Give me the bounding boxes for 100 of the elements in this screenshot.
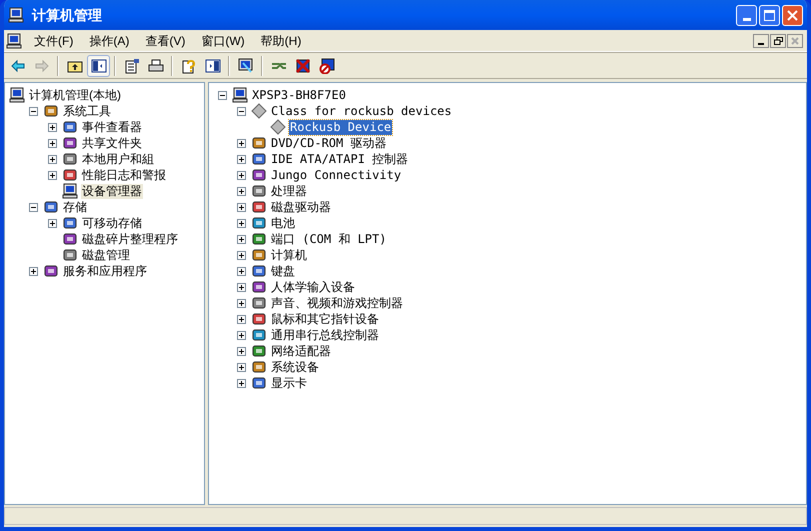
collapse-icon[interactable] bbox=[29, 202, 38, 212]
tree-item[interactable]: Jungo Connectivity bbox=[270, 168, 402, 182]
monitor-icon bbox=[238, 58, 254, 74]
collapse-icon[interactable] bbox=[218, 90, 227, 100]
minimize-button[interactable] bbox=[753, 34, 769, 48]
device-icon bbox=[251, 247, 267, 263]
device-icon bbox=[251, 183, 267, 199]
tree-item[interactable]: 本地用户和組 bbox=[81, 152, 155, 166]
tree-item[interactable]: 磁盘碎片整理程序 bbox=[81, 232, 179, 246]
expand-icon[interactable] bbox=[48, 122, 57, 132]
device-icon bbox=[62, 231, 78, 247]
tree-item[interactable]: Rockusb Device bbox=[289, 120, 392, 134]
expand-icon[interactable] bbox=[48, 170, 57, 180]
device-icon bbox=[251, 279, 267, 295]
tree-item[interactable]: 端口 (COM 和 LPT) bbox=[270, 232, 388, 246]
tree-item[interactable]: 计算机 bbox=[270, 248, 308, 262]
expand-icon[interactable] bbox=[237, 250, 246, 260]
device-icon bbox=[251, 311, 267, 327]
device-icon bbox=[251, 359, 267, 375]
device-icon bbox=[251, 151, 267, 167]
tree-item[interactable]: 磁盘驱动器 bbox=[270, 200, 332, 214]
menu-item[interactable]: 查看(V) bbox=[137, 30, 194, 50]
collapse-icon[interactable] bbox=[29, 106, 38, 116]
tree-item[interactable]: 服务和应用程序 bbox=[62, 264, 148, 278]
device-icon bbox=[251, 135, 267, 151]
expand-icon[interactable] bbox=[237, 378, 246, 388]
device-icon bbox=[251, 167, 267, 183]
expand-icon[interactable] bbox=[237, 314, 246, 324]
expand-icon[interactable] bbox=[237, 186, 246, 196]
expand-icon[interactable] bbox=[237, 330, 246, 340]
device-icon bbox=[251, 375, 267, 391]
expand-icon[interactable] bbox=[48, 154, 57, 164]
expand-icon[interactable] bbox=[237, 202, 246, 212]
minimize-icon bbox=[758, 42, 764, 44]
tree-item[interactable]: 网络适配器 bbox=[270, 344, 332, 358]
menu-item[interactable]: 操作(A) bbox=[81, 30, 138, 50]
computer-icon bbox=[232, 87, 248, 103]
tree-item[interactable]: 通用串行总线控制器 bbox=[270, 328, 380, 342]
tree-item[interactable]: Class for rockusb devices bbox=[270, 104, 453, 118]
collapse-icon[interactable] bbox=[237, 106, 246, 116]
tree-item[interactable]: 事件查看器 bbox=[81, 120, 143, 134]
menu-item[interactable]: 帮助(H) bbox=[252, 30, 310, 50]
tree-item[interactable]: 处理器 bbox=[270, 184, 308, 198]
toolbar-button[interactable] bbox=[87, 54, 110, 76]
expand-icon[interactable] bbox=[237, 154, 246, 164]
expand-icon[interactable] bbox=[237, 346, 246, 356]
expand-icon[interactable] bbox=[237, 298, 246, 308]
device-icon bbox=[62, 247, 78, 263]
tree-item[interactable]: IDE ATA/ATAPI 控制器 bbox=[270, 152, 410, 166]
tree-item[interactable]: 显示卡 bbox=[270, 376, 308, 390]
tree-item[interactable]: 人体学输入设备 bbox=[270, 280, 356, 294]
tree-item[interactable]: 存储 bbox=[62, 200, 88, 214]
tree-item[interactable]: XPSP3-BH8F7E0 bbox=[251, 88, 347, 102]
expand-icon[interactable] bbox=[237, 266, 246, 276]
expand-icon[interactable] bbox=[237, 234, 246, 244]
tree-item[interactable]: 键盘 bbox=[270, 264, 296, 278]
tree-item[interactable]: 系统工具 bbox=[62, 104, 112, 118]
tree-item[interactable]: 系统设备 bbox=[270, 360, 320, 374]
device-icon bbox=[251, 343, 267, 359]
device-icon bbox=[62, 135, 78, 151]
help-icon bbox=[180, 58, 196, 74]
expand-icon[interactable] bbox=[237, 170, 246, 180]
menu-item[interactable]: 文件(F) bbox=[26, 30, 82, 50]
close-icon bbox=[787, 10, 798, 20]
expand-icon[interactable] bbox=[237, 282, 246, 292]
expand-icon[interactable] bbox=[237, 362, 246, 372]
tree-item[interactable]: DVD/CD-ROM 驱动器 bbox=[270, 136, 388, 150]
restore-button[interactable] bbox=[770, 34, 786, 48]
panes-icon bbox=[90, 58, 106, 74]
expand-icon[interactable] bbox=[237, 218, 246, 228]
document-icon bbox=[124, 58, 140, 74]
printer-icon bbox=[148, 58, 164, 74]
computer-icon bbox=[62, 183, 78, 199]
device-icon bbox=[251, 199, 267, 215]
tree-item[interactable]: 可移动存储 bbox=[81, 216, 143, 230]
tree-item[interactable]: 电池 bbox=[270, 216, 296, 230]
expand-icon[interactable] bbox=[48, 138, 57, 148]
diamond-icon bbox=[270, 119, 286, 135]
tree-item[interactable]: 计算机管理(本地) bbox=[28, 88, 122, 102]
tree-item[interactable]: 鼠标和其它指针设备 bbox=[270, 312, 380, 326]
expand-icon[interactable] bbox=[237, 138, 246, 148]
expand-icon[interactable] bbox=[48, 218, 57, 228]
device-icon bbox=[251, 231, 267, 247]
panes-icon bbox=[204, 58, 220, 74]
window-title: 计算机管理 bbox=[32, 6, 103, 24]
tree-item[interactable]: 设备管理器 bbox=[81, 184, 143, 198]
menu-item[interactable]: 窗口(W) bbox=[193, 30, 253, 50]
tree-item[interactable]: 共享文件夹 bbox=[81, 136, 143, 150]
computer-icon[interactable] bbox=[6, 32, 22, 48]
close-icon bbox=[791, 36, 799, 44]
computer-icon bbox=[9, 87, 25, 103]
device-icon bbox=[62, 215, 78, 231]
device-icon bbox=[251, 263, 267, 279]
expand-icon[interactable] bbox=[29, 266, 38, 276]
tree-item[interactable]: 磁盘管理 bbox=[81, 248, 131, 262]
tree-item[interactable]: 性能日志和警报 bbox=[81, 168, 167, 182]
device-icon bbox=[43, 103, 59, 119]
crossed-monitor-icon bbox=[294, 58, 310, 74]
maximize-button[interactable] bbox=[759, 4, 780, 26]
tree-item[interactable]: 声音、视频和游戏控制器 bbox=[270, 296, 404, 310]
